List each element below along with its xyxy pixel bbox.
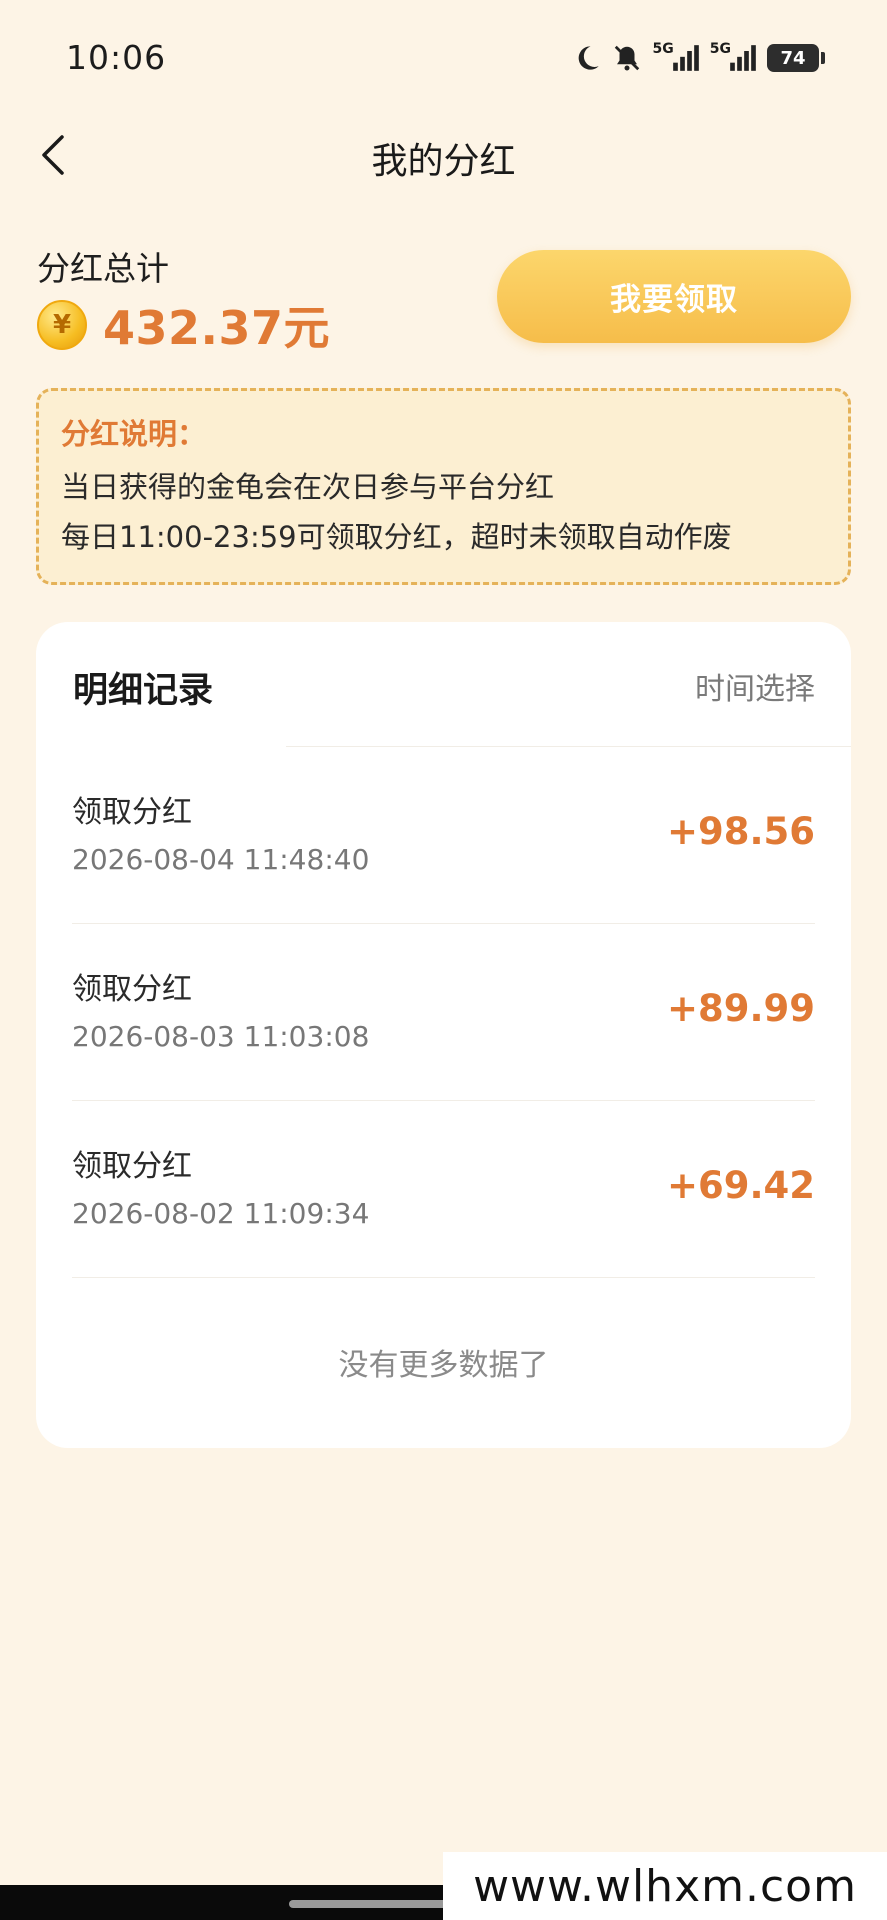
notice-title: 分红说明：	[61, 417, 207, 451]
total-label: 分红总计	[37, 249, 169, 288]
record-item: 领取分红 2026-08-03 11:03:08 +89.99	[36, 924, 851, 1100]
total-amount: 432.37元	[103, 301, 331, 355]
status-bar: 10:06 5G 5G 74	[0, 0, 887, 118]
network-type-label: 5G	[709, 41, 731, 57]
coin-icon: ¥	[37, 300, 87, 350]
nav-header: 我的分红	[0, 118, 887, 193]
moon-icon	[573, 44, 601, 72]
record-title: 领取分红	[72, 972, 192, 1007]
record-item: 领取分红 2026-08-04 11:48:40 +98.56	[36, 747, 851, 923]
network-type-label: 5G	[652, 41, 674, 57]
total-row: ¥ 432.37元	[37, 292, 330, 358]
signal-icon: 5G	[709, 41, 757, 72]
records-title: 明细记录	[73, 671, 214, 711]
page-title: 我的分红	[371, 141, 516, 182]
record-title: 领取分红	[72, 795, 192, 830]
record-item: 领取分红 2026-08-02 11:09:34 +69.42	[36, 1101, 851, 1277]
bell-muted-icon	[611, 43, 643, 73]
divider	[72, 1277, 815, 1278]
record-amount: +98.56	[666, 810, 815, 853]
status-time: 10:06	[66, 38, 167, 77]
record-time: 2026-08-04 11:48:40	[72, 843, 370, 876]
record-amount: +89.99	[666, 987, 815, 1030]
home-indicator[interactable]	[289, 1900, 449, 1908]
status-icons: 5G 5G 74	[573, 40, 825, 76]
watermark: www.wlhxm.com	[443, 1852, 887, 1920]
record-time: 2026-08-03 11:03:08	[72, 1020, 370, 1053]
notice-box: 分红说明： 当日获得的金龟会在次日参与平台分红 每日11:00-23:59可领取…	[36, 388, 851, 585]
page: 10:06 5G 5G 74 我的分红 分红总计 ¥ 432.37元 我要领取 …	[0, 0, 887, 1920]
record-time: 2026-08-02 11:09:34	[72, 1197, 370, 1230]
time-filter-button[interactable]: 时间选择	[695, 664, 815, 708]
notice-line: 当日获得的金龟会在次日参与平台分红	[61, 470, 555, 504]
signal-icon: 5G	[652, 41, 700, 72]
notice-line: 每日11:00-23:59可领取分红，超时未领取自动作废	[61, 520, 732, 555]
battery-icon: 74	[767, 44, 825, 72]
claim-button[interactable]: 我要领取	[497, 250, 851, 343]
no-more-text: 没有更多数据了	[338, 1348, 549, 1383]
record-title: 领取分红	[72, 1149, 192, 1184]
record-amount: +69.42	[666, 1164, 815, 1207]
records-card: 明细记录 时间选择 领取分红 2026-08-04 11:48:40 +98.5…	[36, 622, 851, 1448]
